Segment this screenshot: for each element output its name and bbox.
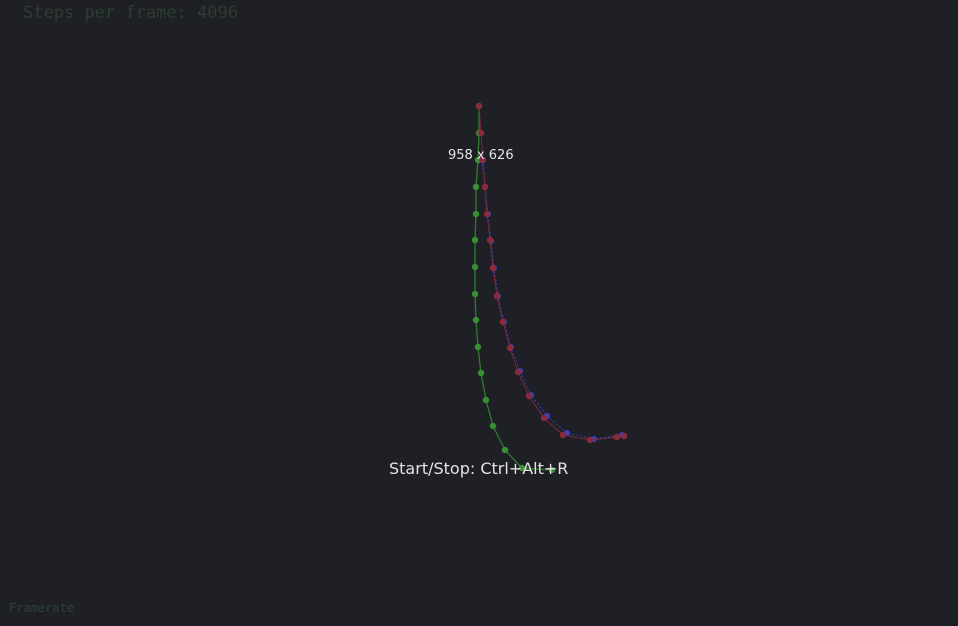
green-chain-node [482,396,490,404]
red-chain-node [514,368,522,376]
green-chain-node [474,343,482,351]
red-chain-node [525,392,533,400]
green-chain-node [471,290,479,298]
red-chain-node [499,318,507,326]
red-chain-node [540,414,548,422]
canvas-stage[interactable]: Steps per frame: 4096 958 x 626 Start/St… [0,0,958,626]
red-chain-node [620,432,628,440]
simulation-canvas[interactable] [0,0,958,626]
red-chain-node [486,236,494,244]
blue-chain [479,157,625,442]
green-chain-node [472,210,480,218]
green-chain-node [489,422,497,430]
canvas-dimensions-label: 958 x 626 [448,148,514,163]
red-chain-node [477,129,485,137]
red-chain-node [506,344,514,352]
red-chain-node [586,436,594,444]
red-chain-node [493,292,501,300]
red-chain-node [481,183,489,191]
green-chain-node [501,446,509,454]
red-chain-node [483,210,491,218]
framerate-label: Framerate [9,601,75,615]
green-chain-node [477,369,485,377]
red-chain-node [475,102,483,110]
start-stop-shortcut-hint: Start/Stop: Ctrl+Alt+R [389,459,569,478]
red-chain-node [559,431,567,439]
green-chain-node [471,263,479,271]
red-chain-node [489,264,497,272]
blue-chain-path [481,159,623,440]
green-chain-node [472,183,480,191]
green-chain-node [471,236,479,244]
red-chain-node [613,433,621,441]
green-chain-node [472,316,480,324]
